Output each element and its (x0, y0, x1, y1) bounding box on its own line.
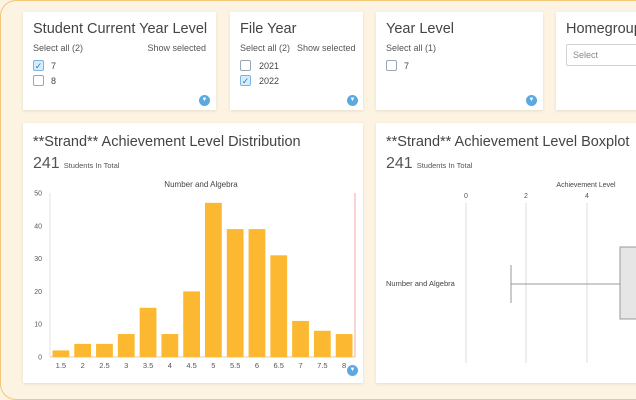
student-year-option-7-checkbox[interactable]: ✓ (33, 60, 44, 71)
boxplot-tick-4: 4 (585, 193, 589, 200)
x-tick-label: 2.5 (99, 361, 109, 370)
chart-title: Number and Algebra (164, 180, 238, 189)
y-tick-label: 30 (34, 256, 42, 263)
x-tick-label: 4.5 (186, 361, 196, 370)
histogram-bar[interactable] (270, 255, 288, 357)
boxplot-box[interactable] (619, 246, 636, 320)
histogram-bar[interactable] (205, 202, 222, 357)
boxplot-axis-title: Achievement Level (556, 182, 616, 189)
file-year-select-all[interactable]: Select all (2) (240, 43, 290, 53)
y-tick-label: 50 (34, 191, 42, 198)
histogram-bar[interactable] (248, 229, 266, 357)
student-year-option-8-label: 8 (51, 76, 57, 86)
x-tick-label: 6.5 (274, 361, 284, 370)
filter-funnel-icon[interactable]: ▼ (526, 95, 537, 106)
histogram-bar[interactable] (161, 334, 179, 357)
x-tick-label: 7.5 (317, 361, 327, 370)
boxplot-tick-0: 0 (464, 193, 468, 200)
x-tick-label: 8 (342, 361, 346, 370)
year-level-option-7-label: 7 (404, 61, 410, 71)
year-level-select-all[interactable]: Select all (1) (386, 43, 436, 53)
histogram-bar[interactable] (292, 320, 309, 357)
histogram-bar[interactable] (226, 229, 244, 357)
file-year-show-selected[interactable]: Show selected (297, 43, 356, 53)
histogram-bar[interactable] (313, 330, 331, 357)
boxplot-tick-2: 2 (524, 193, 528, 200)
homegroup-filter-title: Homegroup (566, 21, 636, 37)
x-tick-label: 6 (255, 361, 259, 370)
filter-funnel-icon[interactable]: ▼ (347, 95, 358, 106)
file-year-option-2022-checkbox[interactable]: ✓ (240, 75, 251, 86)
file-year-option-2022-label: 2022 (259, 76, 280, 86)
file-year-option-2021-label: 2021 (259, 61, 280, 71)
x-tick-label: 2 (81, 361, 85, 370)
boxplot-chart: Achievement Level 0 2 4 Number and Algeb… (386, 182, 636, 363)
histogram-bar[interactable] (117, 334, 135, 357)
histogram-bar[interactable] (335, 334, 353, 357)
student-year-filter-card: Student Current Year Level Select all (2… (23, 12, 216, 110)
student-year-filter-title: Student Current Year Level (33, 21, 208, 37)
file-year-option-2021-checkbox[interactable] (240, 60, 251, 71)
homegroup-select[interactable]: Select (566, 44, 636, 66)
y-tick-label: 10 (34, 322, 42, 329)
file-year-filter-title: File Year (240, 21, 297, 37)
student-year-select-all[interactable]: Select all (2) (33, 43, 83, 53)
y-tick-label: 0 (38, 355, 42, 362)
x-tick-label: 4 (168, 361, 172, 370)
year-level-filter-card: Year Level Select all (1) 7 ▼ (376, 12, 543, 110)
histogram-bar[interactable] (96, 343, 113, 357)
year-level-filter-title: Year Level (386, 21, 454, 37)
filter-funnel-icon[interactable]: ▼ (347, 365, 358, 376)
student-year-option-8-checkbox[interactable] (33, 75, 44, 86)
histogram-bar[interactable] (139, 307, 157, 357)
histogram-bar[interactable] (52, 350, 70, 357)
student-year-option-7-label: 7 (51, 61, 57, 71)
x-tick-label: 5 (211, 361, 215, 370)
x-tick-label: 7 (298, 361, 302, 370)
file-year-filter-card: File Year Select all (2) Show selected 2… (230, 12, 363, 110)
student-year-show-selected[interactable]: Show selected (147, 43, 206, 53)
x-tick-label: 5.5 (230, 361, 240, 370)
boxplot-row-label: Number and Algebra (386, 279, 456, 288)
distribution-card: **Strand** Achievement Level Distributio… (23, 123, 363, 383)
filter-funnel-icon[interactable]: ▼ (199, 95, 210, 106)
distribution-bar-chart: Number and Algebra 0 10 20 30 40 50 1.5 2 2.5 3 3… (34, 180, 356, 370)
boxplot-card: **Strand** Achievement Level Boxplot 241… (376, 123, 636, 383)
histogram-bar[interactable] (74, 343, 92, 357)
homegroup-filter-card: Homegroup Select (556, 12, 636, 110)
x-tick-label: 1.5 (56, 361, 66, 370)
x-tick-label: 3.5 (143, 361, 153, 370)
histogram-bar[interactable] (183, 291, 200, 357)
y-tick-label: 40 (34, 223, 42, 230)
year-level-option-7-checkbox[interactable] (386, 60, 397, 71)
y-tick-label: 20 (34, 289, 42, 296)
x-tick-label: 3 (124, 361, 128, 370)
